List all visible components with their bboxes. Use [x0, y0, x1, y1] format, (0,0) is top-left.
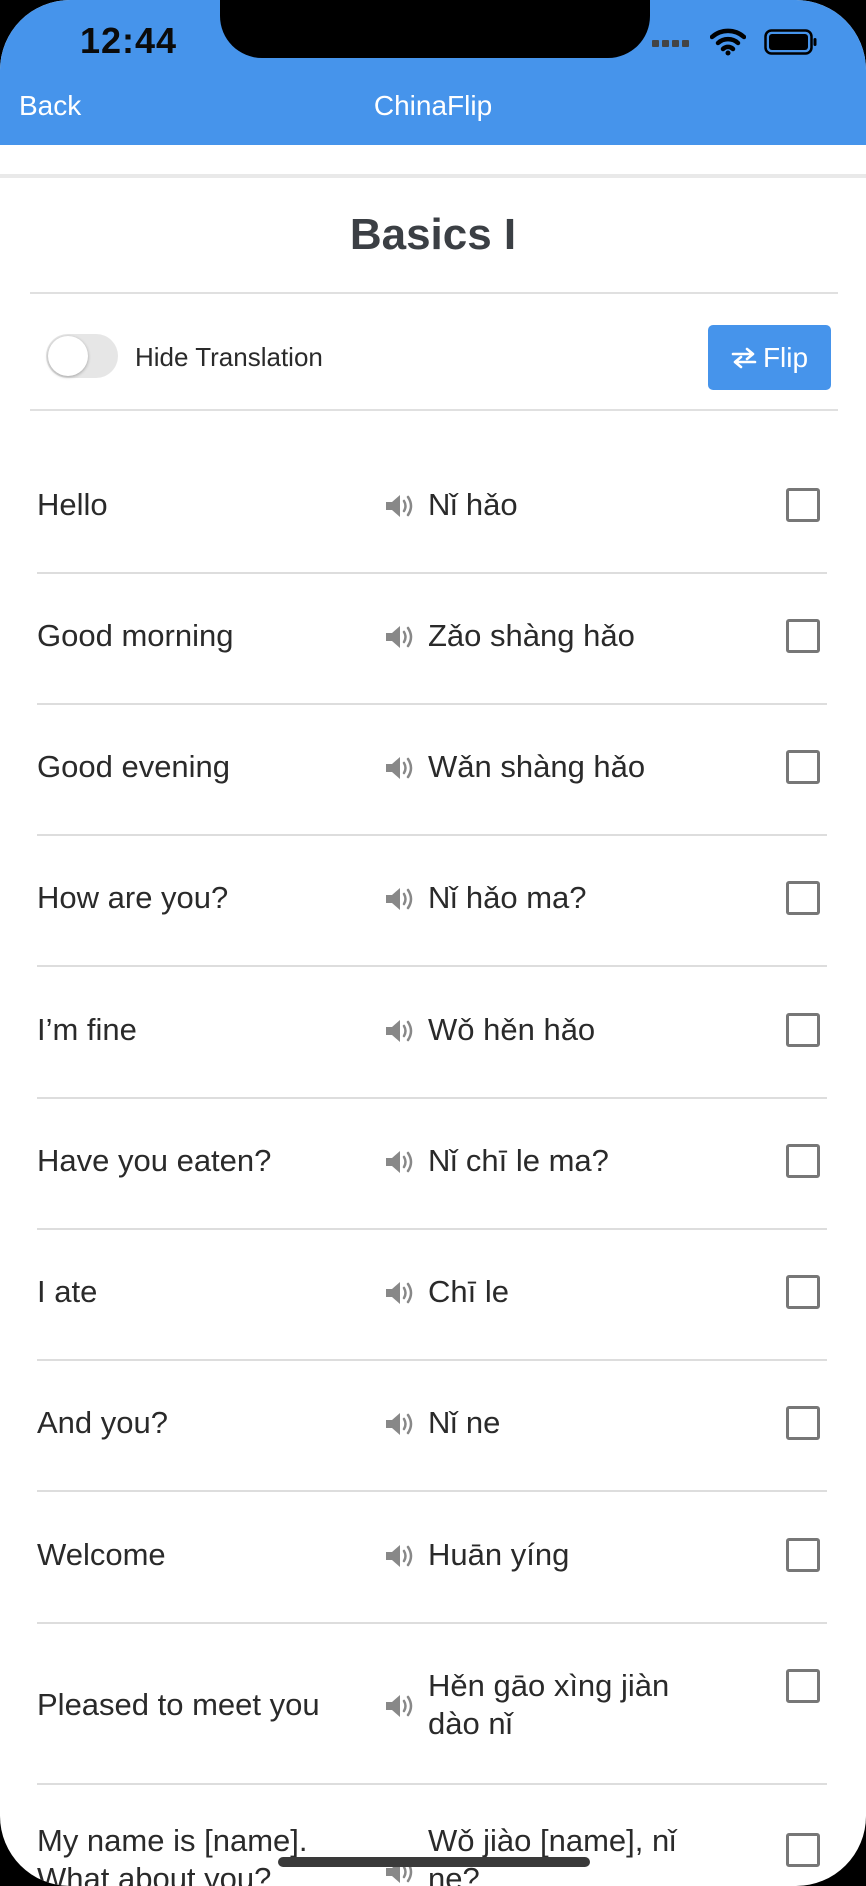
- phrase-pinyin: Huān yíng: [428, 1537, 570, 1572]
- speaker-icon[interactable]: [384, 623, 418, 651]
- phrase-pinyin: Wǒ jiào [name], nǐ ne?: [428, 1823, 677, 1886]
- row-divider: [37, 1783, 827, 1785]
- speaker-icon[interactable]: [384, 885, 418, 913]
- row-divider: [37, 703, 827, 705]
- phrase-english: I’m fine: [37, 1012, 137, 1047]
- speaker-icon[interactable]: [384, 754, 418, 782]
- learned-checkbox[interactable]: [786, 1406, 820, 1440]
- app-screen: 12:44 Back ChinaFlip Basics I Hide Trans…: [0, 0, 866, 1886]
- home-indicator: [278, 1857, 590, 1867]
- phrase-pinyin: Nǐ chī le ma?: [428, 1143, 609, 1178]
- phrase-pinyin: Zǎo shàng hǎo: [428, 618, 635, 653]
- row-divider: [37, 1359, 827, 1361]
- battery-icon: [764, 29, 817, 55]
- learned-checkbox[interactable]: [786, 750, 820, 784]
- learned-checkbox[interactable]: [786, 488, 820, 522]
- phrase-english: Pleased to meet you: [37, 1687, 320, 1722]
- row-divider: [37, 572, 827, 574]
- wifi-icon: [710, 28, 746, 56]
- phrase-pinyin: Chī le: [428, 1274, 509, 1309]
- learned-checkbox[interactable]: [786, 1669, 820, 1703]
- speaker-icon[interactable]: [384, 492, 418, 520]
- learned-checkbox[interactable]: [786, 1538, 820, 1572]
- navigation-bar: 12:44 Back ChinaFlip: [0, 0, 866, 145]
- row-divider: [37, 1490, 827, 1492]
- phrase-pinyin: Hěn gāo xìng jiàn dào nǐ: [428, 1668, 670, 1741]
- phrase-english: How are you?: [37, 880, 229, 915]
- speaker-icon[interactable]: [384, 1692, 418, 1720]
- nav-title: ChinaFlip: [373, 90, 493, 121]
- row-divider: [37, 965, 827, 967]
- divider: [30, 409, 838, 411]
- row-divider: [37, 834, 827, 836]
- phrase-english: Good evening: [37, 749, 231, 784]
- speaker-icon[interactable]: [384, 1017, 418, 1045]
- hide-translation-label: Hide Translation: [135, 342, 323, 372]
- flip-button-label: Flip: [762, 341, 809, 373]
- speaker-icon[interactable]: [384, 1279, 418, 1307]
- learned-checkbox[interactable]: [786, 1833, 820, 1867]
- phrase-english: And you?: [37, 1405, 168, 1440]
- sheet-top-divider: [0, 174, 866, 178]
- status-time: 12:44: [80, 20, 178, 61]
- learned-checkbox[interactable]: [786, 1144, 820, 1178]
- status-icons: [652, 28, 818, 56]
- speaker-icon[interactable]: [384, 1542, 418, 1570]
- divider: [30, 292, 838, 294]
- row-divider: [37, 1097, 827, 1099]
- phrase-english: My name is [name]. What about you?: [37, 1823, 308, 1886]
- phrase-english: Welcome: [37, 1537, 166, 1572]
- learned-checkbox[interactable]: [786, 1013, 820, 1047]
- row-divider: [37, 1228, 827, 1230]
- swap-arrows-icon: [731, 347, 757, 368]
- device-notch: [220, 0, 650, 58]
- speaker-icon[interactable]: [384, 1410, 418, 1438]
- phrase-english: Hello: [37, 487, 108, 522]
- phrase-pinyin: Wǎn shàng hǎo: [428, 749, 646, 784]
- phrase-pinyin: Nǐ hǎo ma?: [428, 880, 587, 915]
- speaker-icon[interactable]: [384, 1148, 418, 1176]
- learned-checkbox[interactable]: [786, 1275, 820, 1309]
- phrase-pinyin: Nǐ ne: [428, 1405, 501, 1440]
- flip-button[interactable]: Flip: [708, 325, 831, 390]
- phrase-english: Have you eaten?: [37, 1143, 272, 1178]
- phrase-english: Good morning: [37, 618, 234, 653]
- cellular-signal-icon: [652, 40, 689, 47]
- learned-checkbox[interactable]: [786, 619, 820, 653]
- toggle-knob: [48, 336, 88, 376]
- learned-checkbox[interactable]: [786, 881, 820, 915]
- phrase-english: I ate: [37, 1274, 98, 1309]
- page-title: Basics I: [349, 210, 517, 259]
- row-divider: [37, 1622, 827, 1624]
- phrase-pinyin: Nǐ hǎo: [428, 487, 518, 522]
- hide-translation-toggle[interactable]: [46, 334, 118, 378]
- phrase-pinyin: Wǒ hěn hǎo: [428, 1012, 596, 1047]
